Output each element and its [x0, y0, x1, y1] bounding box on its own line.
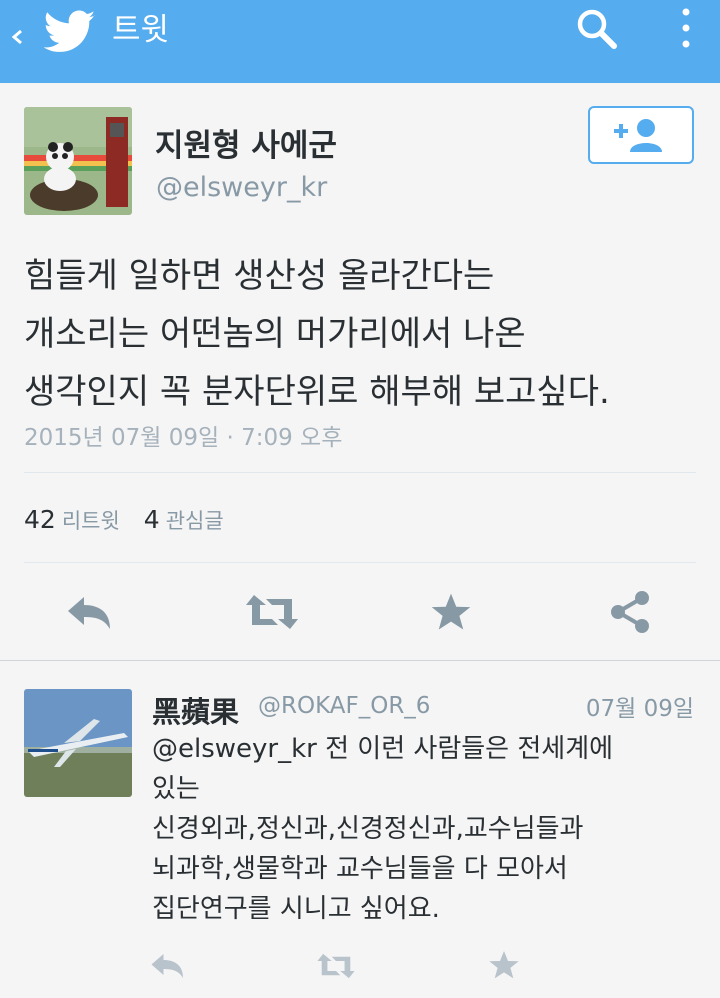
tweet-detail: 지원형 사에군 @elsweyr_kr 힘들게 일하면 생산성 올라간다는 개소…	[0, 83, 720, 660]
star-icon[interactable]	[430, 591, 472, 633]
reply-icon[interactable]	[66, 593, 114, 633]
user-handle[interactable]: @elsweyr_kr	[156, 172, 327, 203]
reply-user-handle[interactable]: @ROKAF_OR_6	[258, 693, 430, 719]
star-icon[interactable]	[488, 949, 520, 981]
tweet-text: 힘들게 일하면 생산성 올라간다는 개소리는 어떤놈의 머가리에서 나온 생각인…	[24, 256, 610, 412]
tweet-timestamp: 2015년 07월 09일 · 7:09 오후	[24, 425, 343, 451]
mention-link[interactable]: @elsweyr_kr	[152, 734, 317, 764]
search-icon[interactable]	[574, 6, 620, 52]
reply-display-name[interactable]: 黑蘋果	[152, 689, 239, 731]
avatar-image	[24, 689, 132, 797]
chevron-left-icon[interactable]	[10, 22, 24, 52]
twitter-bird-icon[interactable]	[44, 10, 96, 54]
app-header: 트윗	[0, 0, 720, 83]
reply-tweet[interactable]: 黑蘋果 @ROKAF_OR_6 07월 09일 @elsweyr_kr 전 이런…	[0, 660, 720, 998]
retweet-icon[interactable]	[244, 591, 300, 633]
favorite-label[interactable]: 관심글	[166, 509, 224, 533]
reply-icon[interactable]	[150, 951, 186, 981]
reply-text: @elsweyr_kr 전 이런 사람들은 전세계에 있는 신경외과,정신과,신…	[152, 729, 692, 929]
retweet-icon[interactable]	[316, 951, 356, 981]
divider	[24, 472, 696, 473]
avatar-image	[24, 107, 132, 215]
page-title: 트윗	[112, 12, 170, 48]
divider	[24, 562, 696, 563]
display-name[interactable]: 지원형 사에군	[155, 120, 337, 165]
avatar[interactable]	[24, 689, 132, 797]
more-vertical-icon[interactable]	[676, 6, 696, 52]
retweet-count[interactable]: 42	[24, 505, 56, 534]
tweet-stats: 42 리트윗 4 관심글	[24, 505, 248, 535]
avatar[interactable]	[24, 107, 132, 215]
reply-date: 07월 09일	[585, 696, 694, 722]
add-user-icon	[614, 119, 662, 152]
share-icon[interactable]	[608, 589, 652, 635]
follow-button[interactable]	[588, 106, 694, 164]
favorite-count[interactable]: 4	[144, 505, 160, 534]
retweet-label[interactable]: 리트윗	[62, 509, 120, 533]
